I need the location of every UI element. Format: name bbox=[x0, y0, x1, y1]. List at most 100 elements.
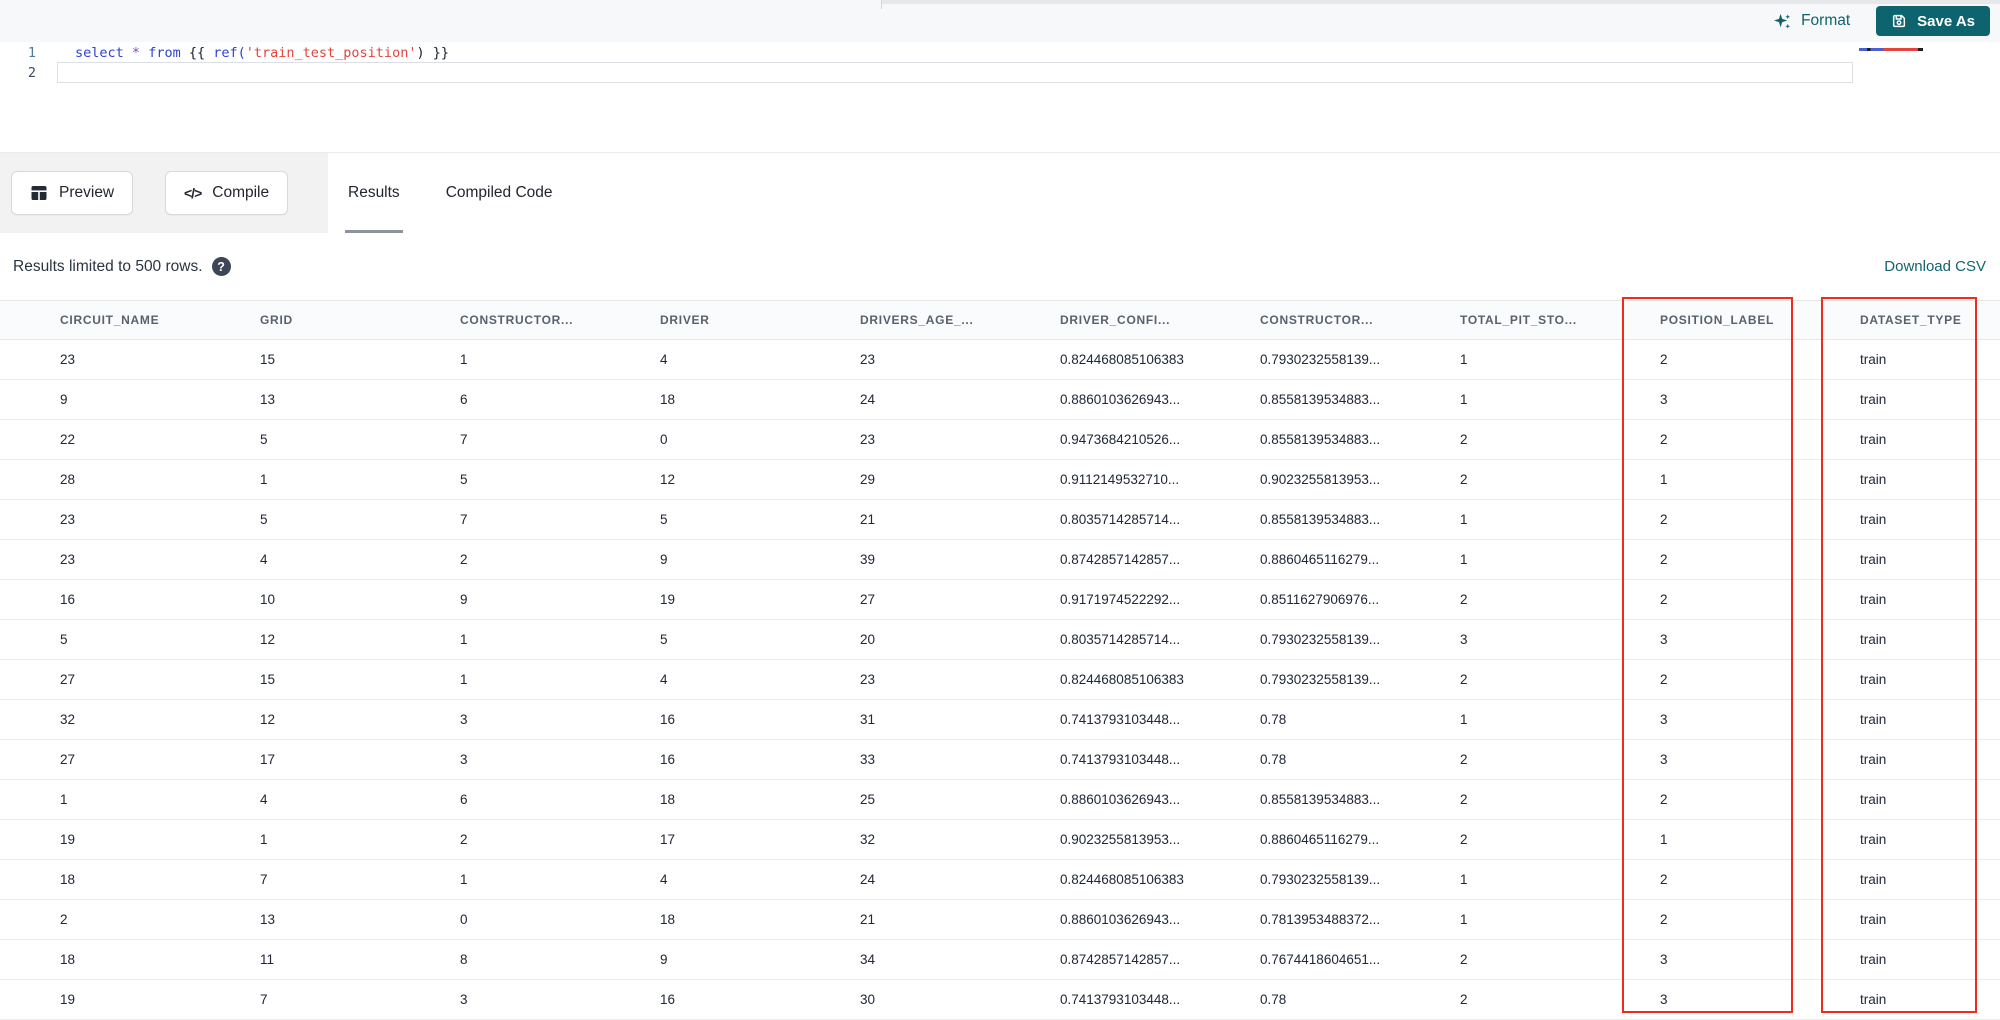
compile-label: Compile bbox=[212, 184, 270, 201]
table-cell: 0.7674418604651... bbox=[1260, 952, 1381, 967]
table-cell: 31 bbox=[860, 712, 876, 727]
format-button[interactable]: Format bbox=[1773, 12, 1850, 31]
table-cell: 0.8511627906976... bbox=[1260, 592, 1380, 607]
table-cell: 4 bbox=[260, 792, 268, 807]
table-row: 27 15 1 4 23 0.824468085106383 0.7930232558139… bbox=[0, 660, 2000, 700]
table-cell: 15 bbox=[260, 352, 276, 367]
toolbar-left: Preview </> Compile bbox=[0, 153, 328, 233]
tab-results[interactable]: Results bbox=[345, 153, 403, 233]
table-cell: 24 bbox=[860, 872, 876, 887]
limit-wrap: Results limited to 500 rows. ? bbox=[13, 233, 231, 300]
preview-label: Preview bbox=[59, 184, 115, 201]
table-cell: 3 bbox=[1660, 712, 1668, 727]
table-cell: 0.7413793103448... bbox=[1060, 712, 1181, 727]
help-icon[interactable]: ? bbox=[211, 257, 231, 276]
download-csv-link[interactable]: Download CSV bbox=[1884, 233, 1986, 300]
table-cell: train bbox=[1860, 712, 1887, 727]
table-cell: 24 bbox=[860, 392, 876, 407]
table-cell: 0.8860465116279... bbox=[1260, 552, 1380, 567]
table-cell: 5 bbox=[60, 632, 68, 647]
table-cell: 1 bbox=[1460, 552, 1468, 567]
table-cell: 17 bbox=[260, 752, 276, 767]
table-cell: 18 bbox=[660, 912, 676, 927]
table-row: 18 11 8 9 34 0.8742857142857... 0.767441860465… bbox=[0, 940, 2000, 980]
table-cell: 16 bbox=[60, 592, 76, 607]
table-cell: 7 bbox=[260, 992, 268, 1007]
table-cell: 23 bbox=[60, 352, 76, 367]
table-cell: 1 bbox=[260, 832, 268, 847]
table-cell: 5 bbox=[660, 632, 668, 647]
preview-button[interactable]: Preview bbox=[11, 171, 134, 215]
table-cell: train bbox=[1860, 552, 1887, 567]
table-cell: train bbox=[1860, 792, 1887, 807]
table-cell: 1 bbox=[460, 872, 468, 887]
table-cell: 13 bbox=[260, 392, 276, 407]
compile-button[interactable]: </> Compile bbox=[165, 171, 289, 215]
table-cell: 6 bbox=[460, 392, 468, 407]
table-cell: 1 bbox=[60, 792, 68, 807]
table-cell: 23 bbox=[860, 352, 876, 367]
table-cell: train bbox=[1860, 352, 1887, 367]
line-number-2: 2 bbox=[27, 65, 36, 81]
table-cell: 1 bbox=[460, 352, 468, 367]
table-header-row: CIRCUIT_NAME GRID CONSTRUCTOR... DRIVER DRIV… bbox=[0, 300, 2000, 340]
table-cell: 12 bbox=[260, 712, 276, 727]
table-cell: 28 bbox=[60, 472, 76, 487]
table-cell: 4 bbox=[660, 352, 668, 367]
table-cell: 9 bbox=[60, 392, 68, 407]
line-number-1: 1 bbox=[27, 45, 36, 61]
table-cell: 0.824468085106383 bbox=[1060, 672, 1184, 687]
table-cell: train bbox=[1860, 952, 1887, 967]
table-row: 32 12 3 16 31 0.7413793103448... 0.78 1 3 train bbox=[0, 700, 2000, 740]
column-header-circuit_name: CIRCUIT_NAME bbox=[60, 313, 160, 327]
table-cell: 5 bbox=[660, 512, 668, 527]
table-cell: 7 bbox=[460, 432, 468, 447]
result-tabs: Results Compiled Code bbox=[345, 153, 553, 233]
table-cell: 2 bbox=[1460, 672, 1468, 687]
table-cell: 1 bbox=[260, 472, 268, 487]
table-cell: 0 bbox=[460, 912, 468, 927]
tab-compiled-code[interactable]: Compiled Code bbox=[446, 153, 553, 233]
table-row: 23 5 7 5 21 0.8035714285714... 0.8558139534883… bbox=[0, 500, 2000, 540]
current-line-highlight bbox=[57, 62, 1853, 83]
table-cell: 34 bbox=[860, 952, 876, 967]
table-cell: train bbox=[1860, 592, 1887, 607]
table-cell: 27 bbox=[60, 752, 76, 767]
sql-editor[interactable]: 1 2 select * from {{ ref('train_test_pos… bbox=[0, 42, 2000, 152]
column-header-constructor: CONSTRUCTOR... bbox=[460, 313, 574, 327]
minimap-code-line bbox=[1859, 48, 1941, 51]
table-cell: 2 bbox=[1660, 552, 1668, 567]
table-cell: 3 bbox=[1660, 752, 1668, 767]
table-cell: train bbox=[1860, 632, 1887, 647]
column-header-grid: GRID bbox=[260, 313, 293, 327]
header-actions: Format Save As bbox=[1773, 0, 1990, 42]
table-cell: 17 bbox=[660, 832, 676, 847]
table-cell: 1 bbox=[1460, 912, 1468, 927]
table-cell: 2 bbox=[1660, 352, 1668, 367]
save-as-label: Save As bbox=[1917, 12, 1975, 30]
table-cell: 15 bbox=[260, 672, 276, 687]
table-cell: 0.8558139534883... bbox=[1260, 392, 1381, 407]
table-cell: 20 bbox=[860, 632, 876, 647]
table-row: 19 1 2 17 32 0.9023255813953... 0.886046511627… bbox=[0, 820, 2000, 860]
table-cell: 0.8558139534883... bbox=[1260, 512, 1381, 527]
save-as-button[interactable]: Save As bbox=[1876, 6, 1990, 36]
table-cell: 19 bbox=[60, 992, 76, 1007]
table-cell: 0.8860465116279... bbox=[1260, 832, 1380, 847]
editor-minimap[interactable] bbox=[1855, 42, 2000, 152]
table-cell: 27 bbox=[860, 592, 876, 607]
table-cell: 29 bbox=[860, 472, 876, 487]
table-cell: 3 bbox=[460, 752, 468, 767]
table-cell: 0.8860103626943... bbox=[1060, 392, 1181, 407]
table-cell: 3 bbox=[460, 712, 468, 727]
table-row: 16 10 9 19 27 0.9171974522292... 0.85116279069… bbox=[0, 580, 2000, 620]
table-cell: 1 bbox=[1460, 872, 1468, 887]
sql-ide-app: Format Save As 1 2 select * from {{ref(… bbox=[0, 0, 2000, 1020]
table-cell: 2 bbox=[1460, 952, 1468, 967]
table-cell: 18 bbox=[660, 392, 676, 407]
table-cell: train bbox=[1860, 912, 1887, 927]
table-cell: 8 bbox=[460, 952, 468, 967]
table-cell: 22 bbox=[60, 432, 76, 447]
table-cell: 2 bbox=[460, 552, 468, 567]
